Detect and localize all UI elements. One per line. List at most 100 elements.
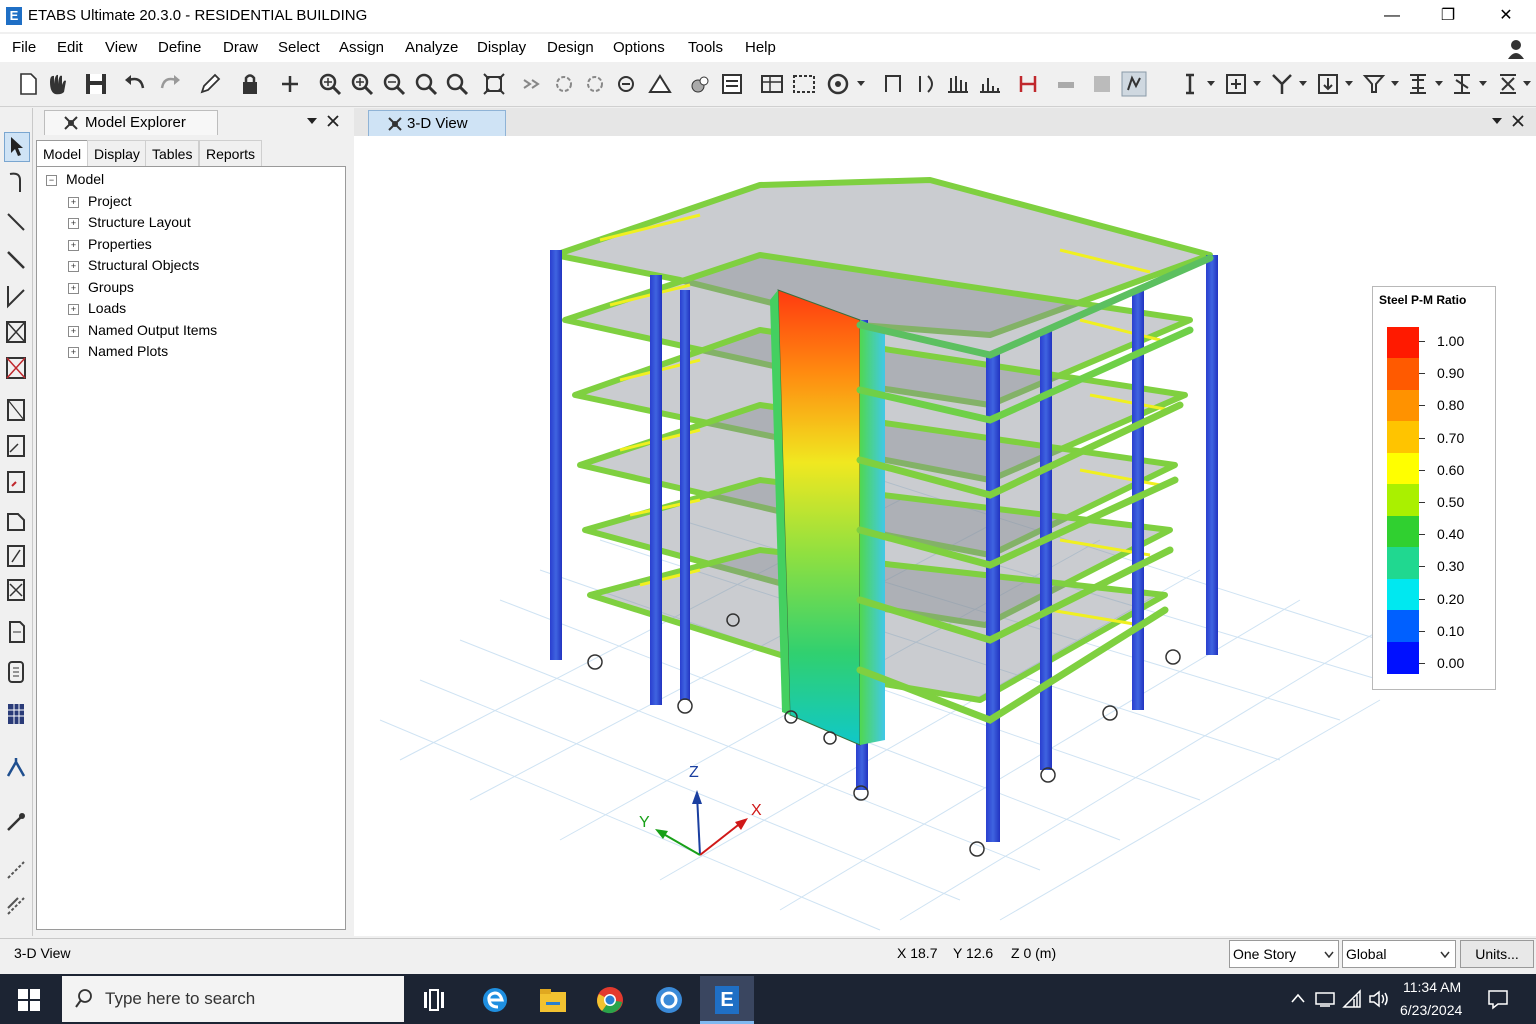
display-forces-icon[interactable] [824,70,852,98]
undo-icon[interactable] [121,70,149,98]
assign-joint-icon[interactable] [1268,70,1296,98]
assign-loads-icon[interactable] [1404,70,1432,98]
expand-icon[interactable]: + [68,261,79,272]
story-selector[interactable]: One Story [1229,940,1339,968]
set-elevation-icon[interactable] [612,70,640,98]
draw-deck-icon[interactable] [4,542,28,570]
set-display-options-icon[interactable] [718,70,746,98]
chevron-down-icon[interactable] [1252,80,1262,88]
expand-icon[interactable]: + [68,197,79,208]
menu-options[interactable]: Options [613,39,665,56]
chevron-down-icon[interactable] [1440,951,1450,958]
tab-reports[interactable]: Reports [199,140,263,167]
chrome-icon[interactable] [595,985,625,1015]
design-check-icon[interactable] [1120,70,1148,98]
lock-icon[interactable] [236,70,264,98]
redo-icon[interactable] [156,70,184,98]
draw-opening-icon[interactable] [4,432,28,460]
draw-section-cut-icon[interactable] [4,658,28,686]
chevron-down-icon[interactable] [1298,80,1308,88]
menu-analyze[interactable]: Analyze [405,39,458,56]
tab-3d-view[interactable]: 3-D View [368,110,506,137]
zoom-previous-icon[interactable] [443,70,471,98]
draw-slab-icon[interactable] [4,468,28,496]
rotate-3d-icon[interactable] [518,70,546,98]
draw-floor-icon[interactable] [4,396,28,424]
menu-help[interactable]: Help [745,39,776,56]
chevron-down-icon[interactable] [1434,80,1444,88]
menu-display[interactable]: Display [477,39,526,56]
story-response-icon[interactable] [944,70,972,98]
draw-reference-point-icon[interactable] [4,754,28,782]
show-hidden-icons-chevron[interactable] [1290,992,1306,1004]
tab-tables[interactable]: Tables [145,140,200,167]
expand-icon[interactable]: + [68,326,79,337]
chevron-down-icon[interactable] [1324,951,1334,958]
select-icon[interactable] [1176,70,1204,98]
close-button[interactable]: ✕ [1478,0,1534,32]
draw-joint-icon[interactable] [4,208,28,236]
set-3d-view-icon[interactable] [550,70,578,98]
draw-brace-icon[interactable] [4,282,28,310]
draw-rectangle-icon[interactable] [4,506,28,534]
units-button[interactable]: Units... [1460,940,1534,968]
menu-edit[interactable]: Edit [57,39,83,56]
user-icon[interactable] [1506,38,1526,60]
building-model-drawing[interactable] [354,136,1536,936]
clock-time[interactable]: 11:34 AM [1403,979,1461,995]
windows-start-icon[interactable] [18,989,40,1011]
chevron-down-icon[interactable] [1522,80,1532,88]
object-shrink-icon[interactable] [686,70,714,98]
etabs-taskbar-button[interactable]: E [700,976,754,1024]
draw-wall-stack-icon[interactable] [4,892,28,920]
new-model-icon[interactable] [14,70,42,98]
draw-grid-icon[interactable] [4,700,28,728]
design-details-icon[interactable] [1088,70,1116,98]
draw-column-icon[interactable] [4,318,28,346]
reactions-icon[interactable] [912,70,940,98]
clock-date[interactable]: 6/23/2024 [1400,1002,1462,1018]
tab-display[interactable]: Display [87,140,147,167]
zoom-in-icon[interactable] [348,70,376,98]
select-pointer-icon[interactable] [1222,70,1250,98]
chevron-down-icon[interactable] [1390,80,1400,88]
show-deformed-icon[interactable] [790,70,818,98]
frame-forces-icon[interactable] [880,70,908,98]
view-close-icon[interactable] [1511,114,1525,128]
3d-model-viewport[interactable]: Z X Y [354,136,1536,936]
model-explorer-tab[interactable]: Model Explorer [44,110,218,135]
pan-icon[interactable] [480,70,508,98]
menu-design[interactable]: Design [547,39,594,56]
run-analysis-icon[interactable] [276,70,304,98]
design-overwrite-icon[interactable] [1052,70,1080,98]
assign-frame-icon[interactable] [1314,70,1342,98]
zoom-out-icon[interactable] [380,70,408,98]
expand-icon[interactable]: + [68,347,79,358]
draw-link-icon[interactable] [4,576,28,604]
menu-view[interactable]: View [105,39,137,56]
zoom-window-icon[interactable] [316,70,344,98]
set-plan-view-icon[interactable] [581,70,609,98]
menu-define[interactable]: Define [158,39,201,56]
menu-file[interactable]: File [12,39,36,56]
response-spectrum-icon[interactable] [976,70,1004,98]
collapse-icon[interactable]: − [46,175,57,186]
taskbar-search-box[interactable]: Type here to search [62,976,404,1022]
zoom-restore-icon[interactable] [412,70,440,98]
view-menu-chevron-icon[interactable] [1490,116,1504,126]
notifications-icon[interactable] [1487,988,1509,1010]
menu-draw[interactable]: Draw [223,39,258,56]
draw-dimension-icon[interactable] [4,618,28,646]
volume-icon[interactable] [1368,989,1390,1009]
maximize-button[interactable]: ❐ [1420,0,1476,32]
assign-shell-icon[interactable] [1360,70,1388,98]
expand-icon[interactable]: + [68,218,79,229]
rubber-band-icon[interactable] [646,70,674,98]
menu-assign[interactable]: Assign [339,39,384,56]
chevron-down-icon[interactable] [1344,80,1354,88]
network-icon[interactable] [1342,989,1362,1009]
show-undeformed-icon[interactable] [758,70,786,98]
device-icon[interactable] [1314,990,1336,1008]
tab-model[interactable]: Model [36,140,89,167]
minimize-button[interactable]: — [1364,0,1420,32]
